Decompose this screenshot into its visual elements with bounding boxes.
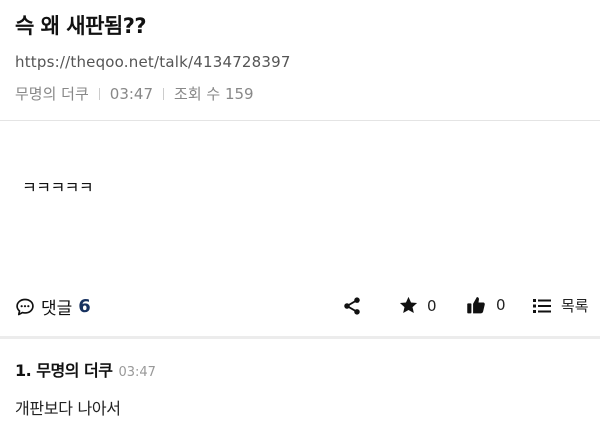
post-actions-bar: 댓글 6 0 0 목록 — [0, 290, 600, 322]
meta-separator — [163, 88, 165, 100]
comments-label: 댓글 — [41, 299, 73, 319]
star-icon — [399, 296, 418, 314]
comment-item: 1. 무명의 더쿠 03:47 개판보다 나아서 — [15, 357, 585, 419]
comments-count: 6 — [78, 296, 91, 317]
list-icon — [533, 298, 551, 313]
post-meta: 무명의 더쿠 03:47 조회 수 159 — [15, 84, 585, 104]
like-button[interactable]: 0 — [466, 295, 506, 315]
comment-header: 1. 무명의 더쿠 03:47 — [15, 357, 585, 381]
post-header: 슥 왜 새판됨?? https://theqoo.net/talk/413472… — [15, 12, 585, 104]
post-time: 03:47 — [109, 85, 154, 103]
post-views: 조회 수 159 — [174, 85, 254, 103]
header-divider — [0, 120, 600, 121]
star-button[interactable]: 0 — [398, 295, 437, 316]
star-count: 0 — [427, 296, 437, 315]
share-icon[interactable] — [342, 296, 362, 316]
comments-button[interactable]: 댓글 6 — [15, 294, 91, 319]
post-body: ㅋㅋㅋㅋㅋ — [22, 178, 94, 197]
post-author: 무명의 더쿠 — [15, 85, 89, 103]
comment-time: 03:47 — [118, 365, 156, 380]
thumbs-up-icon — [467, 297, 485, 314]
comment-author: 1. 무명의 더쿠 — [15, 361, 113, 380]
comments-divider — [0, 336, 600, 339]
comment-text: 개판보다 나아서 — [15, 399, 121, 418]
post-url[interactable]: https://theqoo.net/talk/4134728397 — [15, 52, 585, 72]
meta-separator — [98, 88, 100, 100]
like-count: 0 — [496, 296, 506, 314]
post-title: 슥 왜 새판됨?? — [15, 14, 147, 38]
list-button[interactable]: 목록 — [533, 295, 589, 316]
list-label: 목록 — [561, 297, 589, 315]
speech-bubble-icon — [16, 298, 34, 315]
